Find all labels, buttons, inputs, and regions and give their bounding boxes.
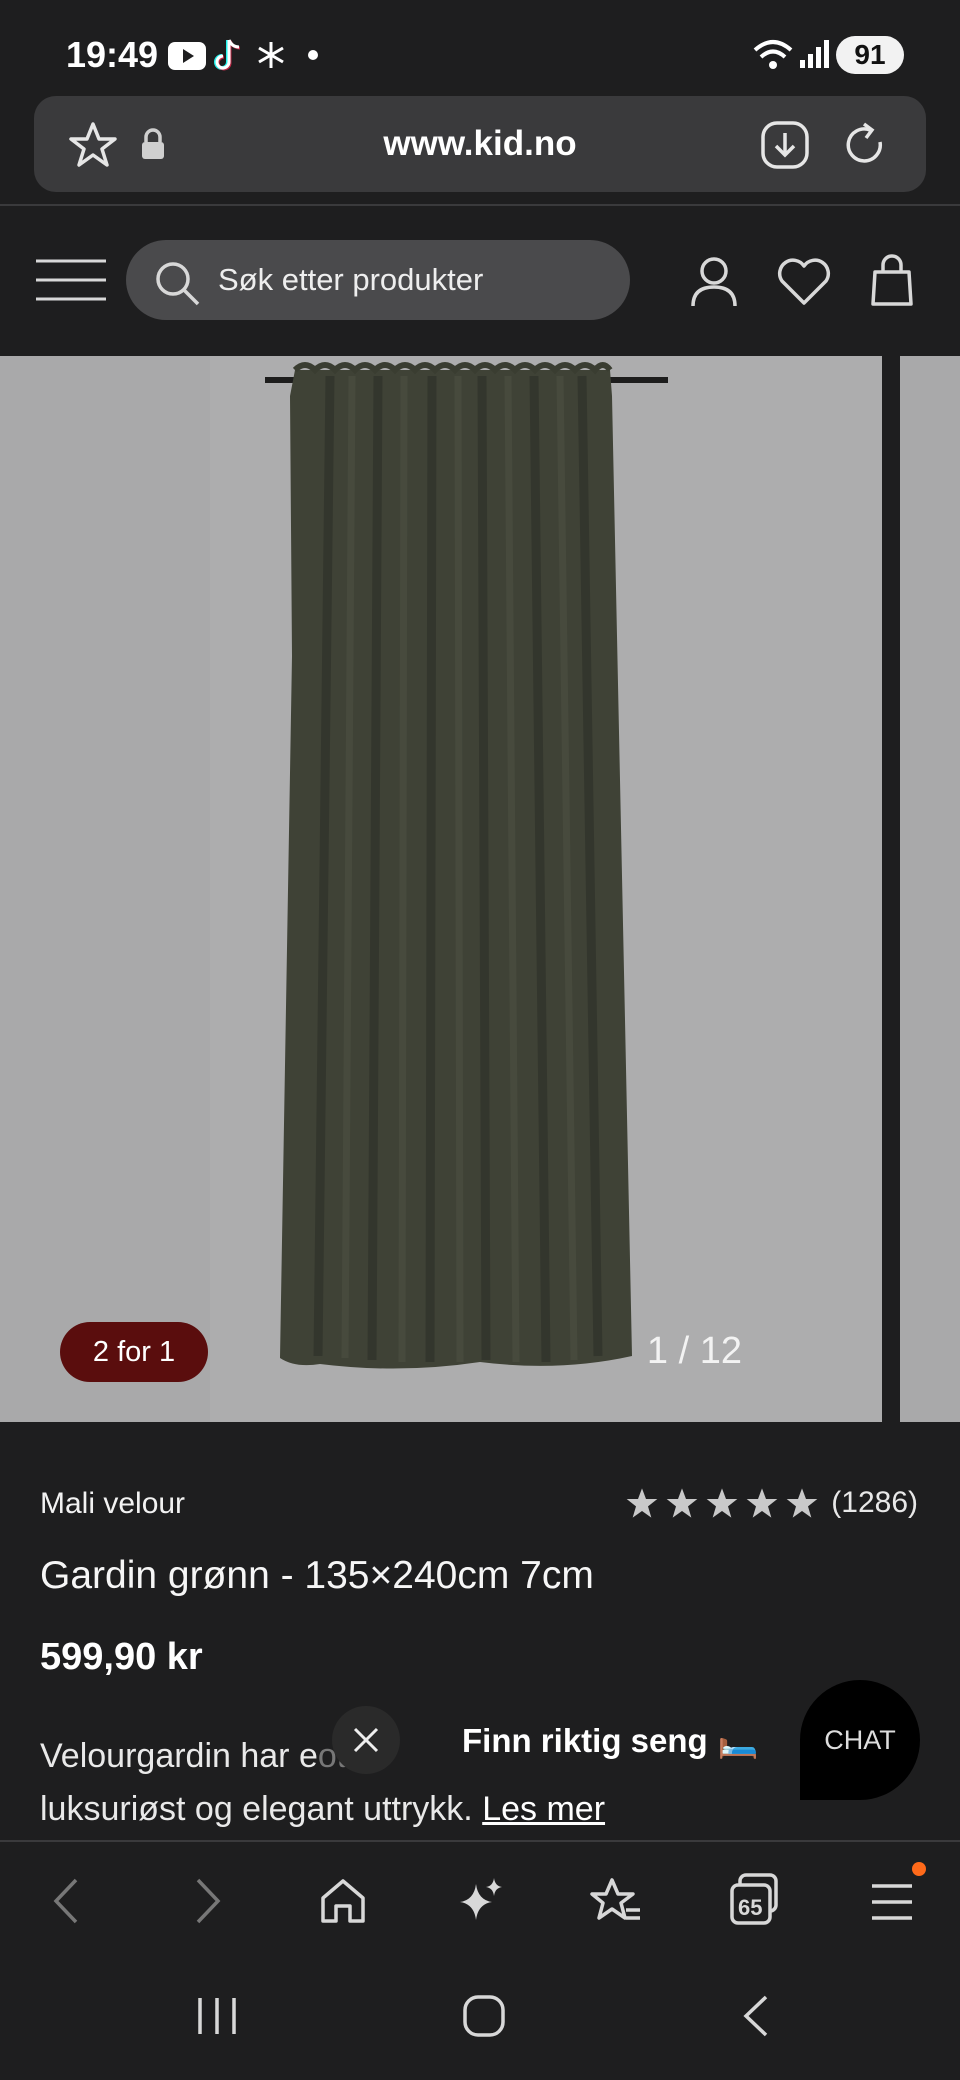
- promo-badge: 2 for 1: [60, 1322, 208, 1382]
- reload-icon[interactable]: [840, 120, 890, 170]
- toast-close-button[interactable]: [332, 1706, 400, 1774]
- gallery-slide[interactable]: 2 for 1 1 / 12: [0, 356, 882, 1422]
- star-icon: [666, 1488, 698, 1518]
- cart-icon[interactable]: [870, 254, 914, 308]
- star-icon: [626, 1488, 658, 1518]
- tabs-button[interactable]: 65: [728, 1872, 780, 1926]
- wifi-icon: [753, 40, 793, 69]
- system-navigation: [0, 1964, 960, 2080]
- description-line2: luksuriøst og elegant uttrykk.: [40, 1790, 473, 1828]
- url-bar[interactable]: www.kid.no: [34, 96, 926, 192]
- curtain-image: [0, 356, 882, 1422]
- home-icon[interactable]: [318, 1876, 368, 1926]
- product-brand[interactable]: Mali velour: [40, 1487, 185, 1521]
- menu-icon[interactable]: [870, 1882, 914, 1922]
- snowflake-icon: [258, 42, 284, 68]
- recent-apps-icon[interactable]: [196, 1994, 238, 2038]
- status-time: 19:49: [66, 34, 159, 75]
- bed-icon: 🛏️: [717, 1721, 759, 1759]
- read-more-link[interactable]: Les mer: [482, 1790, 605, 1828]
- chat-button[interactable]: CHAT: [800, 1680, 920, 1800]
- account-icon[interactable]: [690, 256, 738, 308]
- dot-icon: [308, 50, 318, 60]
- toast-label: Finn riktig seng: [462, 1722, 708, 1759]
- download-icon[interactable]: [760, 120, 810, 170]
- tab-count: 65: [738, 1895, 763, 1920]
- search-placeholder: Søk etter produkter: [218, 262, 484, 297]
- description-start: Velourgardin har e: [40, 1737, 318, 1775]
- slide-gap: [882, 356, 900, 1422]
- product-rating[interactable]: (1286): [625, 1486, 918, 1520]
- youtube-icon: [168, 42, 206, 70]
- sparkle-icon[interactable]: [456, 1876, 506, 1926]
- bookmarks-icon[interactable]: [590, 1876, 642, 1926]
- forward-icon[interactable]: [190, 1876, 226, 1926]
- tiktok-icon: [214, 39, 241, 71]
- status-bar: 19:49 91: [0, 0, 960, 100]
- search-input[interactable]: Søk etter produkter: [126, 240, 630, 320]
- product-price: 599,90 kr: [40, 1636, 203, 1678]
- next-slide-preview[interactable]: [900, 356, 960, 1422]
- notification-dot: [912, 1862, 926, 1876]
- battery-indicator: 91: [836, 36, 904, 74]
- product-title: Gardin grønn - 135×240cm 7cm: [40, 1554, 594, 1597]
- site-header: Søk etter produkter: [0, 206, 960, 356]
- toast-message[interactable]: Finn riktig seng 🛏️: [442, 1716, 779, 1766]
- slide-counter: 1 / 12: [646, 1330, 742, 1372]
- wishlist-icon[interactable]: [776, 258, 832, 306]
- back-icon[interactable]: [48, 1876, 84, 1926]
- home-button-icon[interactable]: [462, 1994, 506, 2038]
- star-icon: [746, 1488, 778, 1518]
- menu-icon[interactable]: [36, 258, 106, 302]
- browser-toolbar: 65: [0, 1840, 960, 1964]
- search-icon: [156, 262, 200, 306]
- system-back-icon[interactable]: [738, 1994, 772, 2038]
- rating-count: (1286): [831, 1486, 918, 1519]
- star-icon: [706, 1488, 738, 1518]
- close-icon: [353, 1727, 379, 1753]
- product-gallery[interactable]: 2 for 1 1 / 12: [0, 356, 960, 1422]
- star-icon: [786, 1488, 818, 1518]
- signal-icon: [800, 40, 829, 68]
